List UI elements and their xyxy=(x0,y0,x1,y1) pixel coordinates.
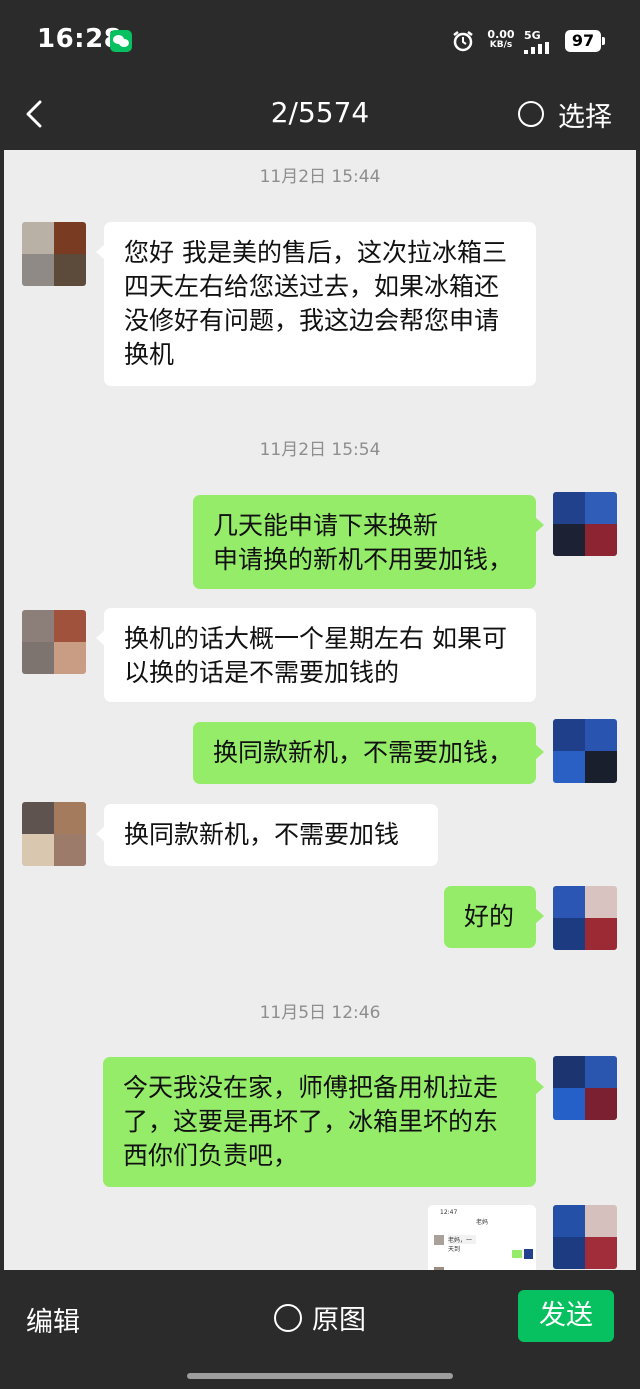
net-speed: 0.00 KB/s xyxy=(485,29,517,51)
home-indicator[interactable] xyxy=(187,1373,453,1379)
message-bubble-self: 好的 xyxy=(444,886,544,948)
wechat-icon xyxy=(110,30,132,52)
message-bubble-other: 换同款新机，不需要加钱 xyxy=(96,804,438,866)
screenshot-thumbnail[interactable]: 12:47 老妈 老妈，一天到 xyxy=(428,1205,536,1270)
avatar-other xyxy=(22,802,86,866)
net-speed-value: 0.00 xyxy=(487,28,515,41)
net-speed-unit: KB/s xyxy=(489,40,513,50)
chat-screenshot: 11月2日 15:44 您好 我是美的售后，这次拉冰箱三四天左右给您送过去，如果… xyxy=(4,150,636,1270)
send-button[interactable]: 发送 xyxy=(518,1290,614,1342)
original-radio-icon[interactable] xyxy=(274,1303,302,1332)
message-bubble-self: 换同款新机，不需要加钱， xyxy=(193,722,544,784)
avatar-self xyxy=(553,1056,617,1120)
avatar-self xyxy=(553,886,617,950)
avatar-other xyxy=(22,222,86,286)
avatar-self xyxy=(553,1205,617,1269)
message-line: 几天能申请下来换新 xyxy=(213,511,439,540)
message-line: 申请换的新机不用要加钱， xyxy=(213,545,514,574)
original-image-toggle[interactable]: 原图 xyxy=(274,1298,366,1337)
timestamp: 11月2日 15:44 xyxy=(259,167,381,187)
network-type: 5G xyxy=(524,29,541,42)
alarm-icon xyxy=(453,31,473,52)
signal-icon xyxy=(524,42,549,54)
message-bubble-self: 几天能申请下来换新 申请换的新机不用要加钱， xyxy=(193,495,544,589)
thumbnail-time: 12:47 xyxy=(440,1209,458,1216)
timestamp: 11月5日 12:46 xyxy=(259,1003,381,1023)
edit-button[interactable]: 编辑 xyxy=(26,1300,80,1339)
message-bubble-self: 今天我没在家，师傅把备用机拉走了，这要是再坏了，冰箱里坏的东西你们负责吧， xyxy=(103,1057,544,1187)
timestamp: 11月2日 15:54 xyxy=(259,440,381,460)
thumbnail-title: 老妈 xyxy=(475,1219,488,1226)
status-bar: 16:28 0.00 KB/s 5G 97 xyxy=(0,0,640,82)
thumbnail-snippet: 老妈，一天到 xyxy=(448,1235,476,1253)
avatar-self xyxy=(553,719,617,783)
avatar-self xyxy=(553,492,617,556)
select-label: 选择 xyxy=(558,101,612,133)
bottom-bar: 编辑 原图 发送 xyxy=(0,1270,640,1389)
battery-icon: 97 xyxy=(565,30,605,52)
message-bubble-other: 您好 我是美的售后，这次拉冰箱三四天左右给您送过去，如果冰箱还没修好有问题，我这… xyxy=(96,222,536,386)
select-button[interactable]: 选择 xyxy=(518,96,612,133)
original-image-label: 原图 xyxy=(312,1305,366,1336)
select-radio-icon[interactable] xyxy=(518,101,544,127)
avatar-other xyxy=(22,610,86,674)
nav-bar: 2/5574 选择 xyxy=(0,82,640,150)
message-bubble-other: 换机的话大概一个星期左右 如果可以换的话是不需要加钱的 xyxy=(96,608,536,702)
